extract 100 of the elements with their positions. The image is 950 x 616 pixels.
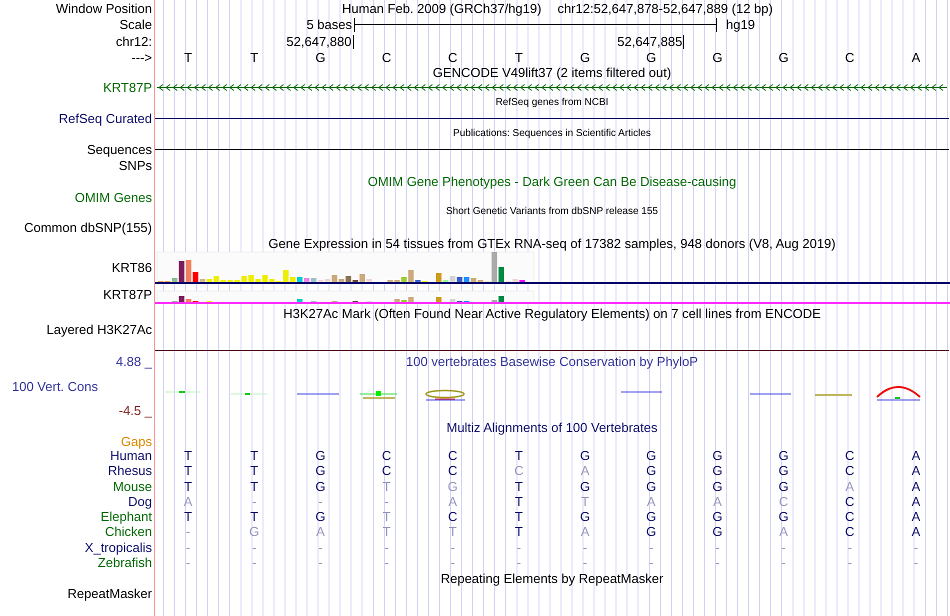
gene-label[interactable]: KRT86	[112, 261, 152, 274]
base-letter: T	[514, 449, 524, 462]
base-letter: G	[711, 510, 724, 524]
species-label[interactable]: Chicken	[105, 525, 152, 538]
base-letter: -	[184, 525, 192, 538]
base-letter: G	[579, 480, 592, 493]
base-letter: G	[711, 525, 724, 538]
species-label[interactable]: Dog	[128, 494, 152, 508]
species-label[interactable]: Rhesus	[108, 464, 152, 478]
base-letter: T	[249, 464, 260, 478]
base-letter: -	[912, 540, 920, 554]
track-label[interactable]: Sequences	[86, 143, 152, 156]
species-label[interactable]: Human	[110, 449, 152, 462]
base-letter: C	[778, 494, 790, 508]
base-letter: A	[447, 494, 458, 508]
tick-label: 52,647,885	[354, 35, 684, 49]
track-title: Repeating Elements by RepeatMasker	[440, 572, 664, 584]
species-label[interactable]: Mouse	[112, 480, 152, 493]
base-letter: G	[645, 480, 658, 493]
species-label[interactable]: Elephant	[100, 510, 152, 524]
base-letter: G	[314, 449, 326, 462]
track-label[interactable]: RepeatMasker	[67, 586, 152, 600]
base-letter: T	[382, 480, 392, 493]
base-letter: T	[183, 510, 194, 524]
base-letter: G	[778, 510, 790, 524]
track-label[interactable]: SNPs	[118, 158, 152, 172]
base-letter: G	[579, 510, 592, 524]
base-letter: -	[317, 494, 324, 508]
base-letter: -	[251, 556, 258, 569]
track-label[interactable]: RefSeq Curated	[58, 112, 152, 125]
base-letter: -	[714, 540, 721, 554]
base-letter: G	[711, 464, 724, 478]
base-letter: T	[382, 510, 392, 524]
track-title: H3K27Ac Mark (Often Found Near Active Regulatory Elements) on 7 cell lines from ENCODE	[283, 307, 821, 320]
gene-arrow-line[interactable]	[156, 84, 948, 91]
row-label[interactable]: Window Position	[56, 2, 152, 14]
base-letter: C	[447, 449, 458, 462]
base-letter: T	[514, 510, 524, 524]
track-label[interactable]: Common dbSNP(155)	[24, 221, 152, 234]
base-letter: G	[711, 480, 724, 493]
base-letter: T	[249, 480, 260, 493]
base-letter: C	[447, 510, 458, 524]
base-letter: A	[910, 494, 922, 508]
base-letter: -	[582, 540, 588, 554]
base-letter: G	[645, 525, 658, 538]
track-title: Short Genetic Variants from dbSNP release 155	[446, 207, 658, 217]
base-letter: C	[513, 464, 525, 478]
base-letter: G	[314, 510, 326, 524]
base-letter: -	[383, 540, 390, 554]
row-label[interactable]: --->	[131, 50, 152, 64]
track-title: Publications: Sequences in Scientific Articles	[453, 129, 651, 139]
tick-label: 52,647,880	[155, 35, 354, 49]
base-letter: A	[580, 464, 590, 478]
base-letter: T	[183, 480, 194, 493]
scale-text: 5 bases	[306, 18, 352, 31]
base-letter: T	[183, 50, 194, 64]
base-letter: G	[711, 449, 724, 462]
base-letter: G	[248, 525, 260, 538]
base-letter: A	[646, 494, 657, 508]
base-letter: G	[645, 464, 658, 478]
base-letter: G	[579, 50, 592, 64]
track-label[interactable]: KRT87P	[103, 81, 152, 94]
base-letter: G	[778, 480, 790, 493]
assembly-label: hg19	[725, 18, 755, 31]
species-label[interactable]: Zebrafish	[98, 556, 152, 569]
track-label[interactable]: OMIM Genes	[74, 190, 152, 204]
base-letter: A	[778, 525, 789, 538]
base-letter: G	[645, 50, 658, 64]
base-letter: -	[317, 540, 324, 554]
base-letter: G	[314, 480, 326, 493]
base-letter: C	[844, 449, 856, 462]
base-letter: G	[711, 50, 724, 64]
base-letter: -	[450, 556, 456, 569]
base-letter: -	[184, 540, 192, 554]
row-label[interactable]: chr12:	[116, 34, 152, 48]
base-letter: -	[450, 540, 456, 554]
gene-label[interactable]: KRT87P	[103, 288, 152, 301]
base-letter: T	[514, 50, 524, 64]
track-title: GENCODE V49lift37 (2 items filtered out)	[432, 66, 672, 79]
base-letter: T	[514, 480, 524, 493]
base-letter: T	[183, 449, 194, 462]
base-letter: -	[516, 540, 522, 554]
base-letter: A	[315, 525, 326, 538]
base-letter: T	[183, 464, 194, 478]
row-label[interactable]: Scale	[119, 18, 152, 31]
base-letter: -	[383, 556, 390, 569]
base-letter: -	[846, 540, 853, 554]
base-letter: -	[383, 494, 390, 508]
base-letter: -	[714, 556, 721, 569]
base-letter: G	[446, 480, 459, 493]
track-title: Multiz Alignments of 100 Vertebrates	[446, 421, 658, 434]
species-label[interactable]: X_tropicalis	[84, 540, 152, 554]
base-letter: -	[912, 556, 920, 569]
base-letter: -	[582, 556, 588, 569]
base-letter: T	[514, 494, 524, 508]
track-title: Gene Expression in 54 tissues from GTEx RNA-seq of 17382 samples, 948 donors (V8, Aug 2019)	[268, 236, 836, 250]
track-label[interactable]: Layered H3K27Ac	[46, 323, 152, 336]
base-letter: -	[648, 540, 654, 554]
base-letter: C	[844, 510, 856, 524]
track-label[interactable]: 100 Vert. Cons	[12, 380, 98, 392]
